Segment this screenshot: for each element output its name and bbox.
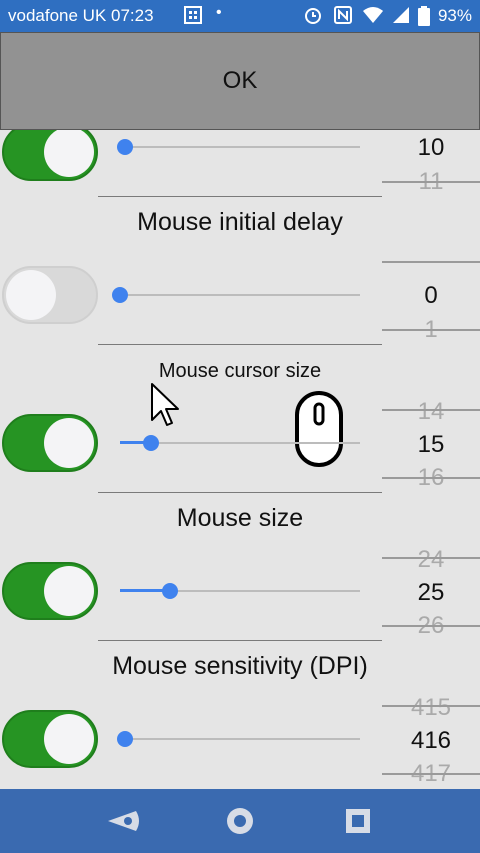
toggle-knob: [6, 270, 56, 320]
label-mouse-initial-delay: Mouse initial delay: [137, 208, 343, 236]
grid-icon: [184, 6, 202, 29]
battery-percent: 93%: [437, 6, 472, 25]
slider-thumb[interactable]: [116, 139, 133, 155]
picker-mouse-size[interactable]: 24 25 26: [382, 544, 480, 640]
slider-mouse-size[interactable]: [120, 581, 360, 601]
slider-thumb[interactable]: [143, 435, 160, 451]
home-icon[interactable]: [222, 803, 258, 839]
slider-thumb[interactable]: [162, 583, 179, 599]
toggle-mouse-cursor-size[interactable]: [2, 414, 98, 472]
picker-prev: 14: [417, 398, 445, 425]
status-bar: vodafone UK 07:23 • 93%: [0, 0, 480, 32]
picker-selected: 15: [417, 431, 445, 458]
picker-selected: 10: [417, 134, 445, 161]
toggle-knob: [44, 130, 94, 177]
label-mouse-sensitivity: Mouse sensitivity (DPI): [112, 652, 368, 680]
slider-thumb[interactable]: [112, 287, 128, 303]
picker-row-0[interactable]: 10 11: [382, 130, 480, 204]
toggle-knob: [44, 418, 94, 468]
divider: [98, 492, 382, 493]
toggle-knob: [44, 566, 94, 616]
slider-thumb[interactable]: [116, 731, 133, 747]
mouse-device-icon: [294, 390, 344, 473]
back-icon[interactable]: [106, 803, 142, 839]
picker-mouse-cursor-size[interactable]: 14 15 16: [382, 396, 480, 492]
picker-mouse-sensitivity[interactable]: 415 416 417: [382, 692, 480, 788]
picker-mouse-initial-delay[interactable]: 0 1: [382, 248, 480, 344]
wifi-icon: [362, 6, 384, 29]
label-mouse-size: Mouse size: [176, 504, 304, 532]
ok-button[interactable]: OK: [0, 32, 480, 130]
toggle-row-0[interactable]: [2, 130, 98, 181]
navigation-bar: [0, 789, 480, 853]
divider: [98, 640, 382, 641]
divider: [98, 344, 382, 345]
toggle-knob: [44, 714, 94, 764]
toggle-mouse-sensitivity[interactable]: [2, 710, 98, 768]
signal-icon: [392, 6, 410, 29]
settings-list[interactable]: 10 11 Mouse initial delay 0 1 Mouse curs…: [0, 130, 480, 788]
picker-selected: 416: [410, 727, 452, 754]
dot-icon: •: [216, 4, 222, 21]
battery-icon: [418, 6, 430, 31]
divider: [98, 196, 382, 197]
label-mouse-cursor-size: Mouse cursor size: [158, 360, 322, 382]
slider-row-0[interactable]: [116, 137, 360, 157]
toggle-mouse-initial-delay[interactable]: [2, 266, 98, 324]
picker-selected: 0: [424, 282, 438, 309]
alarm-icon: [304, 6, 322, 29]
cursor-arrow-icon: [150, 382, 180, 433]
slider-mouse-sensitivity[interactable]: [116, 729, 360, 749]
picker-prev: 24: [417, 546, 445, 573]
recents-icon[interactable]: [340, 803, 376, 839]
carrier-time: vodafone UK 07:23: [8, 6, 154, 25]
picker-selected: 25: [417, 579, 445, 606]
slider-mouse-cursor-size[interactable]: [120, 433, 360, 453]
toggle-mouse-size[interactable]: [2, 562, 98, 620]
nfc-icon: [334, 6, 352, 29]
picker-prev: 415: [410, 694, 452, 721]
slider-mouse-initial-delay[interactable]: [112, 285, 360, 305]
